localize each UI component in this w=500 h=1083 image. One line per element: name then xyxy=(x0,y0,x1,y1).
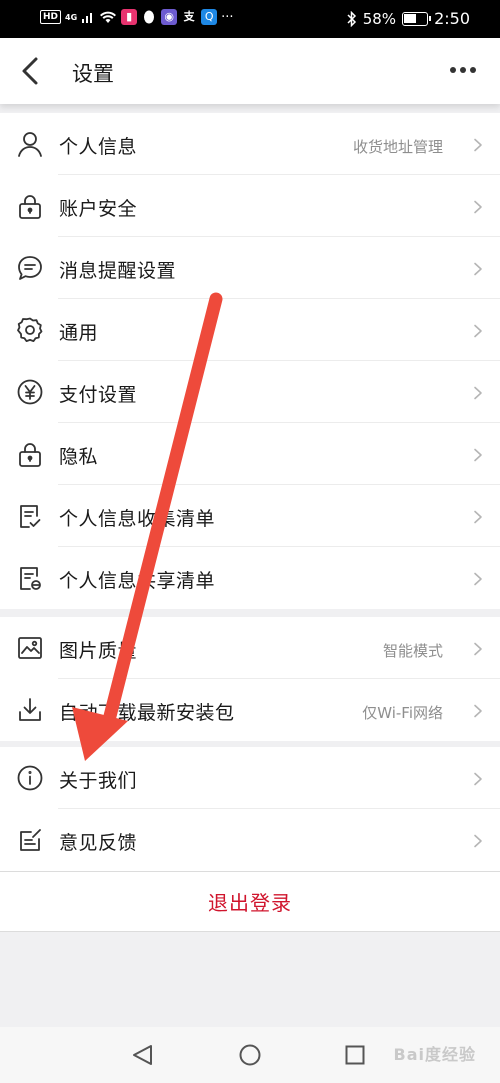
app-notification-icon: ▮ xyxy=(121,9,138,25)
edit-icon xyxy=(20,829,41,851)
penguin-icon xyxy=(144,10,155,24)
row-value: 收货地址管理 xyxy=(352,138,443,156)
row-value: 仅Wi-Fi网络 xyxy=(362,704,443,722)
chevron-right-icon xyxy=(474,262,482,276)
lock-icon xyxy=(19,195,41,219)
chevron-right-icon xyxy=(474,324,482,338)
gear-icon xyxy=(17,317,43,342)
row-account-security[interactable]: 账户安全 xyxy=(0,175,500,237)
row-auto-download[interactable]: 自动下载最新安装包 仅Wi-Fi网络 xyxy=(0,679,500,741)
chevron-right-icon xyxy=(474,138,482,152)
chevron-right-icon xyxy=(474,834,482,848)
info-icon xyxy=(17,765,43,791)
row-label: 消息提醒设置 xyxy=(59,260,177,282)
row-label: 个人信息收集清单 xyxy=(59,508,216,530)
nav-home-icon[interactable] xyxy=(239,1044,261,1066)
download-icon xyxy=(19,698,41,721)
logout-button[interactable]: 退出登录 xyxy=(0,871,500,932)
system-nav-bar: Bai度经验 xyxy=(0,1027,500,1083)
more-notifications-icon: ··· xyxy=(221,9,234,25)
row-label: 隐私 xyxy=(59,446,99,468)
watermark-text: Bai度经验 xyxy=(393,1045,476,1064)
bluetooth-icon xyxy=(347,10,356,27)
chevron-right-icon xyxy=(474,642,482,656)
nav-recent-apps-icon[interactable] xyxy=(345,1045,365,1065)
row-value: 智能模式 xyxy=(382,642,443,660)
row-label: 支付设置 xyxy=(59,384,138,406)
hd-badge: HD xyxy=(40,10,62,24)
signal-icon xyxy=(82,13,93,23)
row-payment[interactable]: 支付设置 xyxy=(0,361,500,423)
page-title: 设置 xyxy=(72,62,114,86)
row-label: 账户安全 xyxy=(59,198,138,220)
row-info-collection-list[interactable]: 个人信息收集清单 xyxy=(0,485,500,547)
share-list-icon xyxy=(20,567,41,590)
row-about-us[interactable]: 关于我们 xyxy=(0,747,500,809)
more-options-icon[interactable] xyxy=(448,60,478,80)
chevron-right-icon xyxy=(474,448,482,462)
row-label: 个人信息 xyxy=(59,136,138,158)
battery-percent: 58% xyxy=(362,9,397,28)
clock: 2:50 xyxy=(434,9,470,28)
row-image-quality[interactable]: 图片质量 智能模式 xyxy=(0,617,500,679)
chevron-right-icon xyxy=(474,572,482,586)
row-label: 意见反馈 xyxy=(59,832,138,854)
nav-back-icon[interactable] xyxy=(131,1044,155,1066)
row-label: 图片质量 xyxy=(59,640,138,662)
app-header: 设置 xyxy=(0,38,500,104)
settings-group-2: 图片质量 智能模式自动下载最新安装包 仅Wi-Fi网络 xyxy=(0,617,500,741)
search-app-icon: Q xyxy=(201,9,218,25)
chevron-right-icon xyxy=(474,510,482,524)
status-right: 58% 2:50 xyxy=(347,9,470,28)
row-label: 个人信息共享清单 xyxy=(59,570,216,592)
status-bar: HD 4G ▮ ◉ 支 Q ··· 58% 2:50 xyxy=(0,0,500,38)
row-personal-info[interactable]: 个人信息 收货地址管理 xyxy=(0,113,500,175)
battery-icon xyxy=(402,11,432,26)
row-message-reminder[interactable]: 消息提醒设置 xyxy=(0,237,500,299)
row-general[interactable]: 通用 xyxy=(0,299,500,361)
app-icon: ◉ xyxy=(161,9,178,25)
lock-icon xyxy=(19,443,41,467)
row-feedback[interactable]: 意见反馈 xyxy=(0,809,500,871)
alipay-icon: 支 xyxy=(183,10,195,23)
row-label: 通用 xyxy=(59,322,99,344)
logout-label: 退出登录 xyxy=(208,891,292,915)
status-left: HD 4G ▮ ◉ 支 Q ··· xyxy=(40,9,234,25)
checklist-icon xyxy=(20,505,41,528)
chevron-right-icon xyxy=(474,704,482,718)
row-privacy[interactable]: 隐私 xyxy=(0,423,500,485)
network-type: 4G xyxy=(65,12,78,22)
yuan-icon xyxy=(17,379,43,405)
row-info-sharing-list[interactable]: 个人信息共享清单 xyxy=(0,547,500,609)
person-icon xyxy=(18,132,42,157)
wifi-icon xyxy=(100,11,117,23)
chat-bubble-icon xyxy=(18,256,42,280)
chevron-right-icon xyxy=(474,200,482,214)
back-arrow-icon[interactable] xyxy=(16,55,46,87)
row-label: 自动下载最新安装包 xyxy=(59,702,235,724)
settings-group-1: 个人信息 收货地址管理 账户安全 消息提醒设置 通用 支付设置 隐私 个人信息收集清单 个人信息… xyxy=(0,113,500,609)
row-label: 关于我们 xyxy=(59,770,138,792)
chevron-right-icon xyxy=(474,386,482,400)
settings-group-3: 关于我们 意见反馈 xyxy=(0,747,500,871)
chevron-right-icon xyxy=(474,772,482,786)
image-icon xyxy=(18,637,42,659)
